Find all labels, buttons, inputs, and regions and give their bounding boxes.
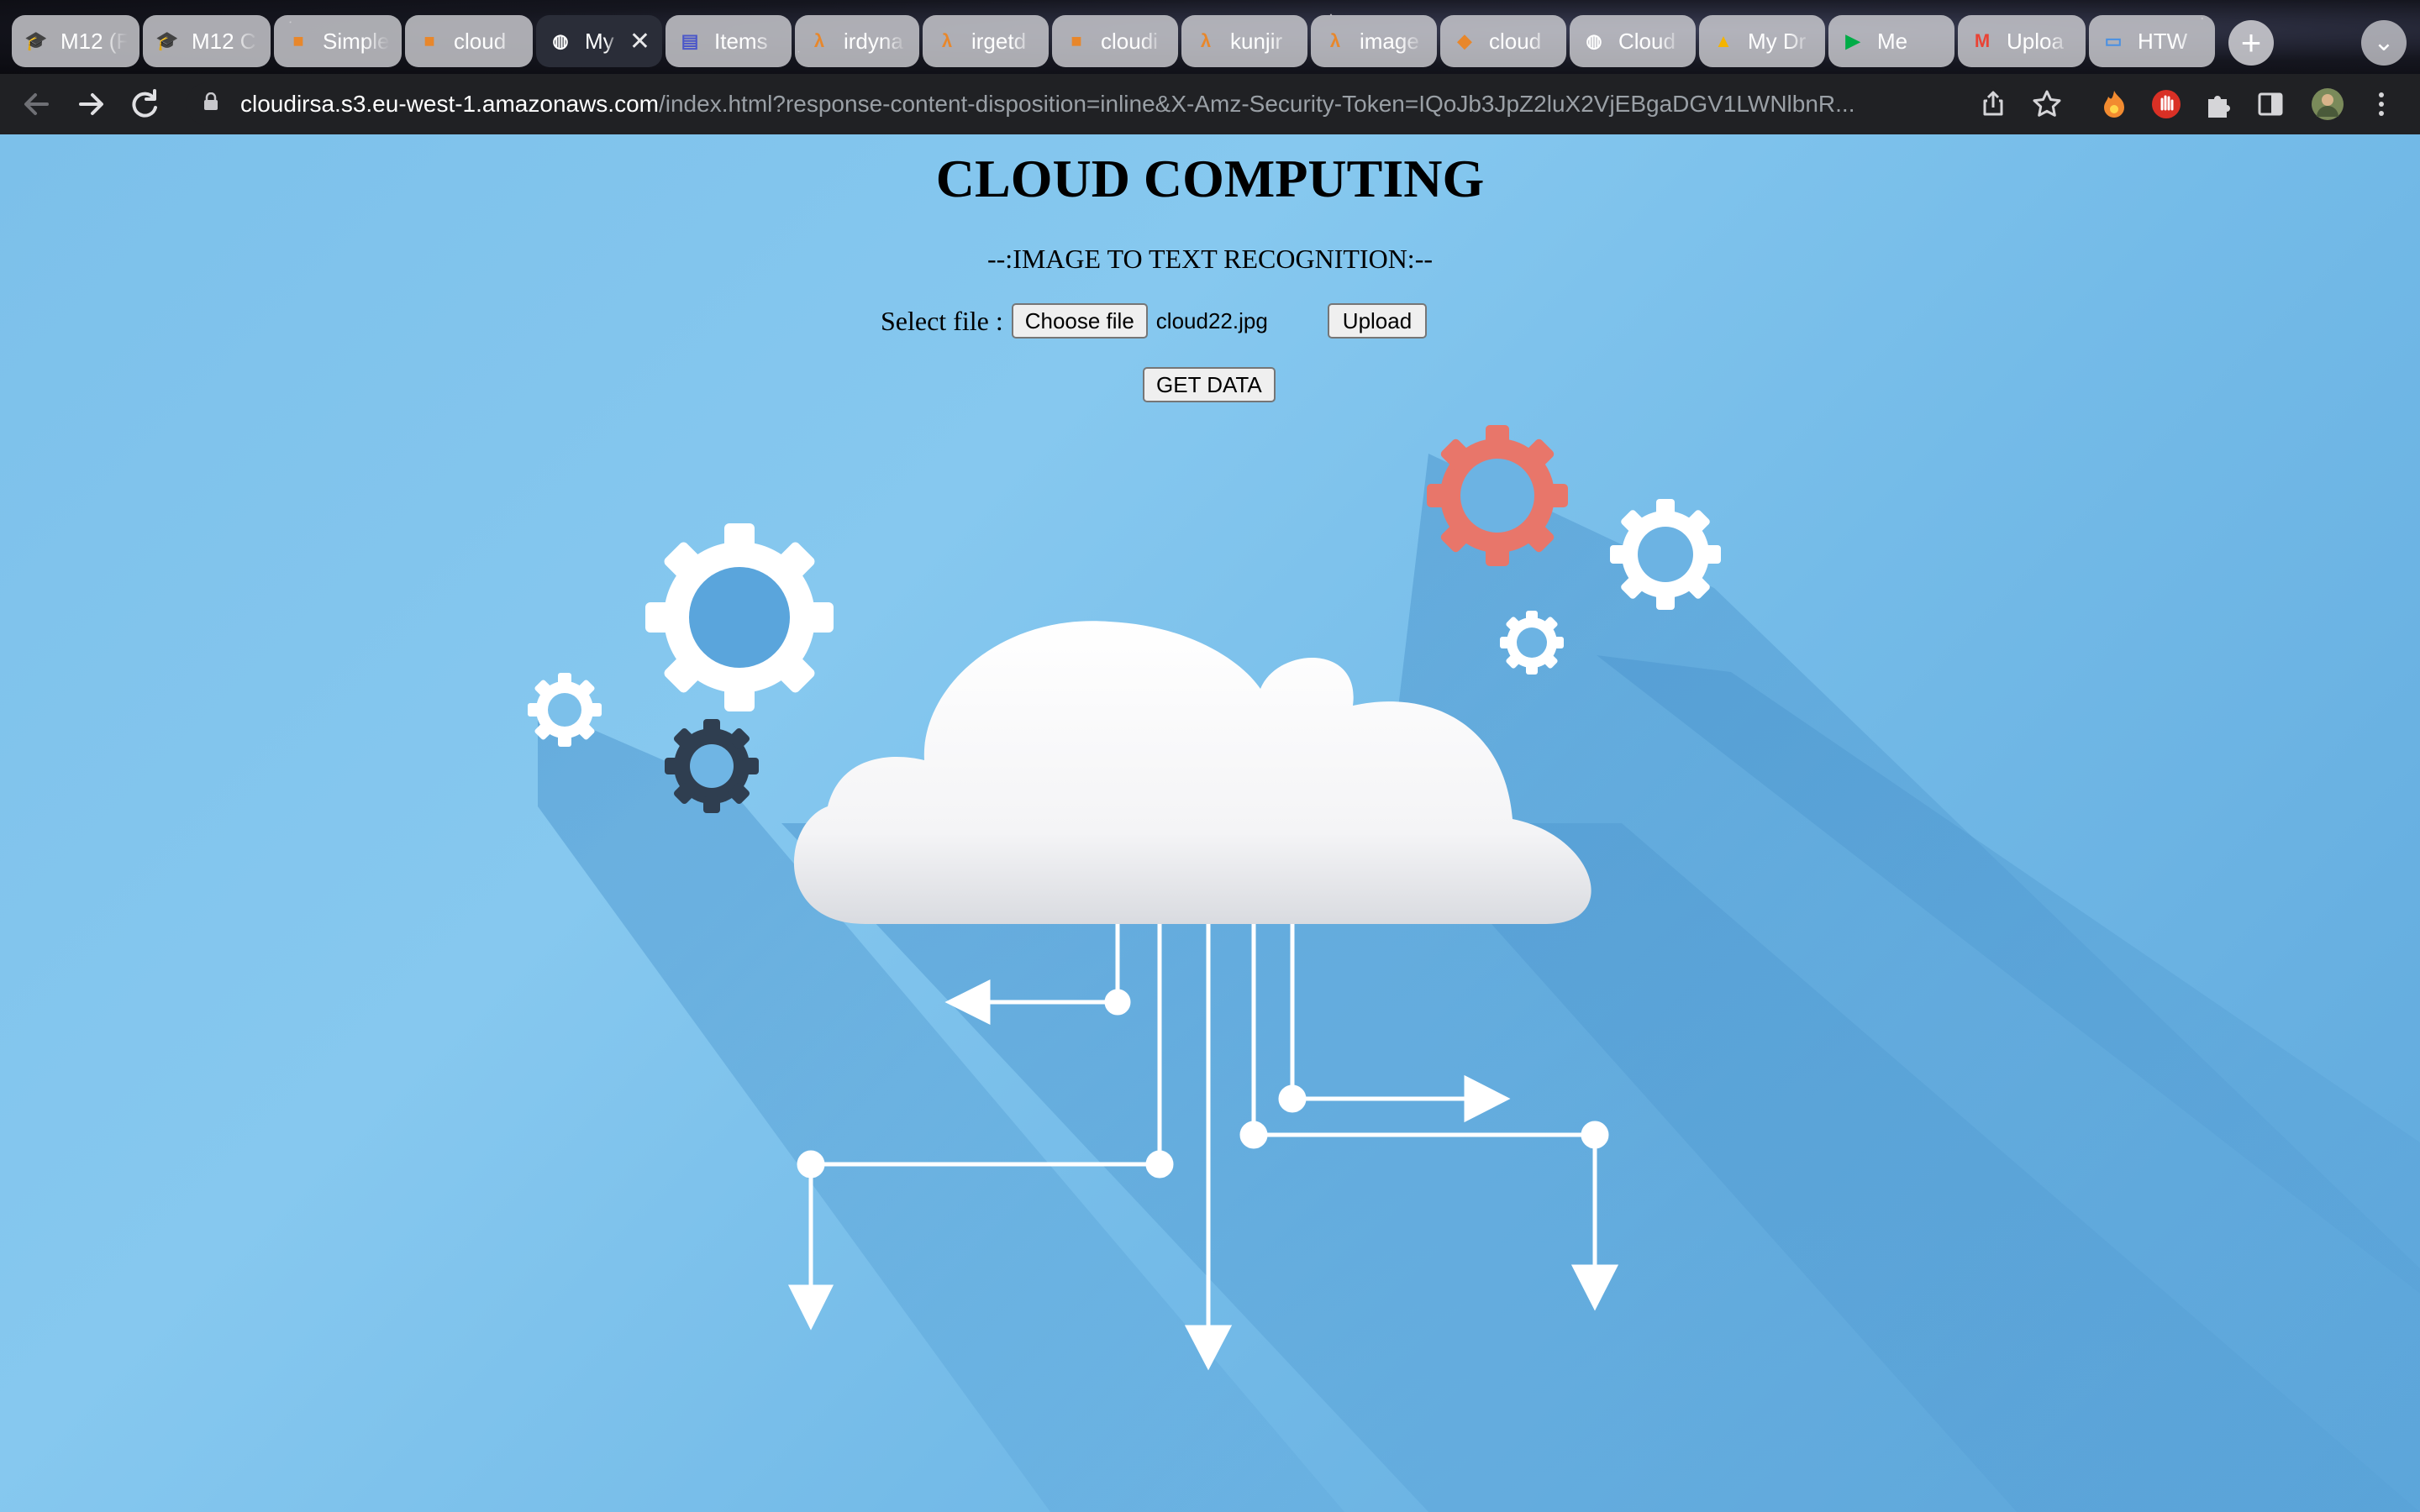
tab-title: irgetd [971, 28, 1027, 54]
file-upload-form: Select file : Choose file cloud22.jpg Up… [881, 302, 1428, 339]
close-tab-icon[interactable]: ✕ [629, 27, 650, 56]
gear-white-large-icon [645, 523, 834, 711]
tab-title: My [585, 28, 614, 54]
tab-title: M12 C [192, 28, 256, 54]
tab-title: Uploa [2007, 28, 2064, 54]
browser-tab[interactable]: 🎓 M12 C [143, 15, 271, 67]
tab-title: irdyna [844, 28, 903, 54]
tab-title: image [1360, 28, 1419, 54]
tab-title: Cloud [1618, 28, 1676, 54]
hand-extension-icon[interactable] [2148, 86, 2185, 123]
lambda-icon: λ [1329, 30, 1341, 51]
address-bar[interactable]: cloudirsa.s3.eu-west-1.amazonaws.com/ind… [187, 82, 2002, 126]
get-data-button[interactable]: GET DATA [1143, 367, 1276, 402]
fire-extension-icon[interactable] [2096, 86, 2133, 123]
back-button[interactable] [15, 82, 59, 126]
browser-tab[interactable]: ■ cloud [405, 15, 533, 67]
puzzle-extensions-icon[interactable] [2200, 86, 2237, 123]
url-path: /index.html?response-content-disposition… [658, 91, 1855, 117]
laptop-icon: ▭ [2104, 30, 2123, 51]
bookmark-star-icon[interactable] [2028, 86, 2065, 123]
browser-tab[interactable]: ▭ HTW [2089, 15, 2215, 67]
aws-cube-icon: ■ [292, 30, 304, 51]
gear-red-icon [1427, 425, 1568, 566]
arrow-right-icon [79, 93, 103, 115]
choose-file-button[interactable]: Choose file [1011, 303, 1148, 339]
side-panel-icon[interactable] [2252, 86, 2289, 123]
browser-tab[interactable]: ▲ My Dr [1699, 15, 1825, 67]
reload-button[interactable] [123, 82, 166, 126]
browser-tab[interactable]: M Uploa [1958, 15, 2086, 67]
tab-title: My Dr [1748, 28, 1807, 54]
gear-white-tiny-icon [1500, 611, 1564, 675]
gmail-icon: M [1974, 30, 1991, 51]
tab-title: cloud [454, 28, 507, 54]
browser-tab[interactable]: λ irgetd [923, 15, 1049, 67]
globe-icon: ◍ [552, 30, 569, 51]
browser-menu-icon[interactable] [2363, 86, 2400, 123]
google-meet-icon: ▶ [1845, 30, 1860, 51]
gear-dark-icon [665, 719, 759, 813]
gear-white-right-icon [1610, 499, 1721, 610]
lambda-icon: λ [1200, 30, 1212, 51]
graduation-cap-icon: 🎓 [24, 30, 48, 51]
browser-tab[interactable]: λ image [1311, 15, 1437, 67]
profile-avatar[interactable] [2309, 86, 2346, 123]
tab-title: Simple [323, 28, 390, 54]
tab-title: kunjir [1230, 28, 1283, 54]
cloud-computing-illustration [528, 425, 2420, 1512]
aws-stack-icon: ◆ [1457, 30, 1472, 51]
upload-button[interactable]: Upload [1327, 303, 1428, 339]
browser-tab[interactable]: λ kunjir [1181, 15, 1307, 67]
globe-icon: ◍ [1586, 30, 1602, 51]
url-host: cloudirsa.s3.eu-west-1.amazonaws.com [240, 91, 659, 117]
google-drive-icon: ▲ [1714, 30, 1733, 51]
browser-tab[interactable]: ◍ My ✕ [536, 15, 662, 67]
lambda-icon: λ [941, 30, 953, 51]
lock-icon [203, 92, 218, 117]
browser-tab[interactable]: ◍ Cloud [1570, 15, 1696, 67]
arrow-left-icon [24, 93, 49, 115]
forward-button[interactable] [69, 82, 113, 126]
page-subtitle: --:IMAGE TO TEXT RECOGNITION:-- [986, 244, 1433, 274]
tab-title: HTW [2138, 28, 2188, 54]
tab-search-button[interactable]: ⌄ [2361, 20, 2407, 66]
tab-title: Me [1877, 28, 1908, 54]
selected-file-name: cloud22.jpg [1155, 307, 1268, 333]
tab-strip: 🎓 M12 (F 🎓 M12 C ■ Simple ■ cloud ◍ My ✕ ▤ Items λ ird… [0, 0, 2420, 74]
reload-icon [132, 89, 157, 118]
web-page: CLOUD COMPUTING --:IMAGE TO TEXT RECOGNI… [0, 134, 2420, 1512]
select-file-label: Select file : [881, 305, 1003, 336]
graduation-cap-icon: 🎓 [155, 30, 179, 51]
browser-tab[interactable]: λ irdyna [795, 15, 919, 67]
plus-icon: + [2240, 23, 2262, 62]
aws-cube-icon: ■ [424, 30, 435, 51]
tab-title: Items [714, 28, 768, 54]
dynamodb-icon: ▤ [681, 30, 699, 51]
tab-title: cloud [1489, 28, 1542, 54]
browser-tab[interactable]: ▤ Items [666, 15, 792, 67]
lambda-icon: λ [813, 30, 825, 51]
gear-white-small-icon [528, 673, 602, 747]
page-title: CLOUD COMPUTING [935, 149, 1485, 208]
browser-tab[interactable]: ■ Simple [274, 15, 402, 67]
aws-cube-icon: ■ [1071, 30, 1082, 51]
browser-tab[interactable]: ■ cloudi [1052, 15, 1178, 67]
browser-tab[interactable]: ▶ Me [1828, 15, 1954, 67]
new-tab-button[interactable]: + [2228, 20, 2274, 66]
chevron-down-icon: ⌄ [2373, 29, 2395, 56]
share-icon[interactable] [1975, 86, 2012, 123]
browser-tab[interactable]: ◆ cloud [1440, 15, 1566, 67]
tab-title: cloudi [1101, 28, 1158, 54]
tab-title: M12 (F [60, 28, 128, 54]
browser-tab[interactable]: 🎓 M12 (F [12, 15, 139, 67]
